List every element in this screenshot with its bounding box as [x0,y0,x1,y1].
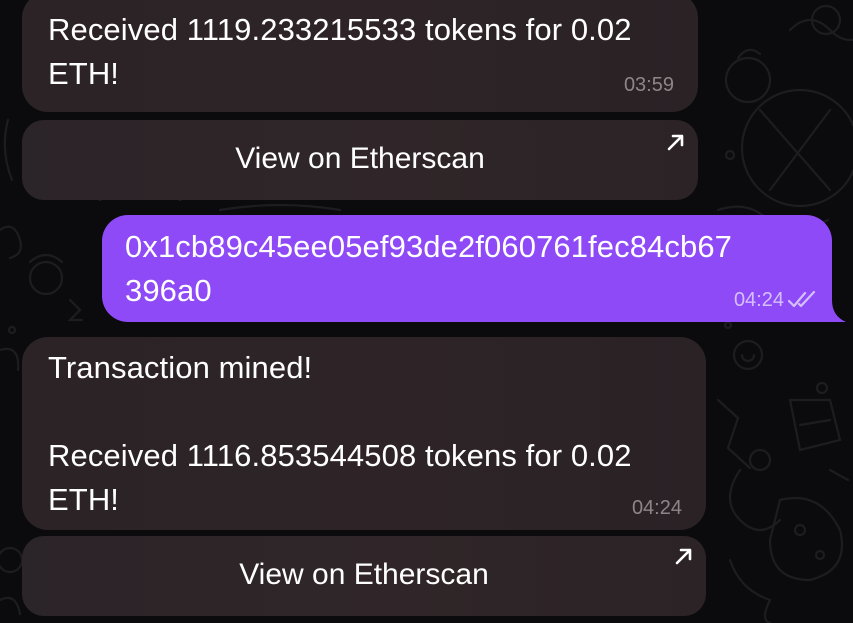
outgoing-message: 0x1cb89c45ee05ef93de2f060761fec84cb67 39… [102,215,832,322]
message-timestamp: 04:24 [631,497,682,519]
double-check-icon [788,291,816,308]
bubble-tail [824,300,846,322]
incoming-message-1: Received 1119.233215533 tokens for 0.02 … [22,0,698,112]
button-label: View on Etherscan [235,142,485,175]
incoming-message-2: Transaction mined! Received 1116.8535445… [22,337,706,530]
message-text: Received 1119.233215533 tokens for 0.02 … [48,12,632,91]
view-on-etherscan-button[interactable]: View on Etherscan [22,536,706,616]
message-text: Transaction mined! Received 1116.8535445… [48,350,632,517]
message-timestamp: 04:24 [733,289,784,311]
message-text: 0x1cb89c45ee05ef93de2f060761fec84cb67 39… [125,229,733,308]
arrow-up-right-icon [675,548,692,565]
message-timestamp: 03:59 [623,74,674,96]
button-label: View on Etherscan [239,558,489,591]
view-on-etherscan-button[interactable]: View on Etherscan [22,120,698,200]
arrow-up-right-icon [667,134,684,151]
